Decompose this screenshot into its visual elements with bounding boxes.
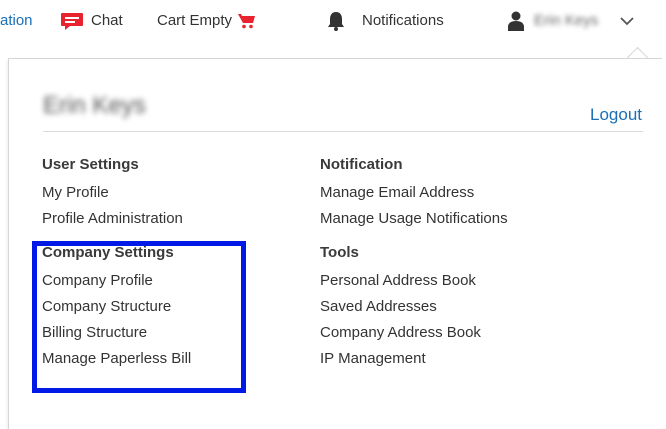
user-icon <box>508 11 524 31</box>
cart-button[interactable]: Cart Empty <box>157 11 256 31</box>
partial-nav-link[interactable]: ation <box>0 11 33 31</box>
right-column: Notification Manage Email Address Manage… <box>320 152 508 372</box>
personal-address-book-link[interactable]: Personal Address Book <box>320 268 508 294</box>
cart-icon <box>238 14 256 29</box>
bell-icon <box>328 12 344 31</box>
manage-email-address-link[interactable]: Manage Email Address <box>320 180 508 206</box>
profile-administration-link[interactable]: Profile Administration <box>42 206 191 232</box>
chat-bubble-icon <box>61 13 83 30</box>
chat-button[interactable]: Chat <box>60 11 123 31</box>
logout-link[interactable]: Logout <box>590 105 642 125</box>
notifications-button[interactable]: Notifications <box>326 11 444 31</box>
user-menu-toggle[interactable]: Erin Keys <box>508 11 634 31</box>
company-address-book-link[interactable]: Company Address Book <box>320 320 508 346</box>
top-navigation-bar: ation Chat Cart Empty Notifications Erin… <box>0 0 666 44</box>
user-settings-header: User Settings <box>42 156 139 173</box>
user-dropdown-panel: Erin Keys Logout User Settings My Profil… <box>8 58 662 429</box>
notification-header: Notification <box>320 156 403 173</box>
user-name: Erin Keys <box>534 12 599 29</box>
manage-usage-notifications-link[interactable]: Manage Usage Notifications <box>320 206 508 232</box>
panel-user-name: Erin Keys <box>43 92 146 119</box>
partial-nav-link-label: ation <box>0 12 33 29</box>
cart-label: Cart Empty <box>157 12 233 29</box>
tools-header: Tools <box>320 244 359 261</box>
ip-management-link[interactable]: IP Management <box>320 346 508 372</box>
notifications-label: Notifications <box>362 12 444 29</box>
chevron-down-icon <box>620 17 634 26</box>
saved-addresses-link[interactable]: Saved Addresses <box>320 294 508 320</box>
company-settings-highlight-box <box>32 241 246 393</box>
chat-label: Chat <box>91 12 123 29</box>
divider <box>43 131 643 132</box>
my-profile-link[interactable]: My Profile <box>42 180 191 206</box>
